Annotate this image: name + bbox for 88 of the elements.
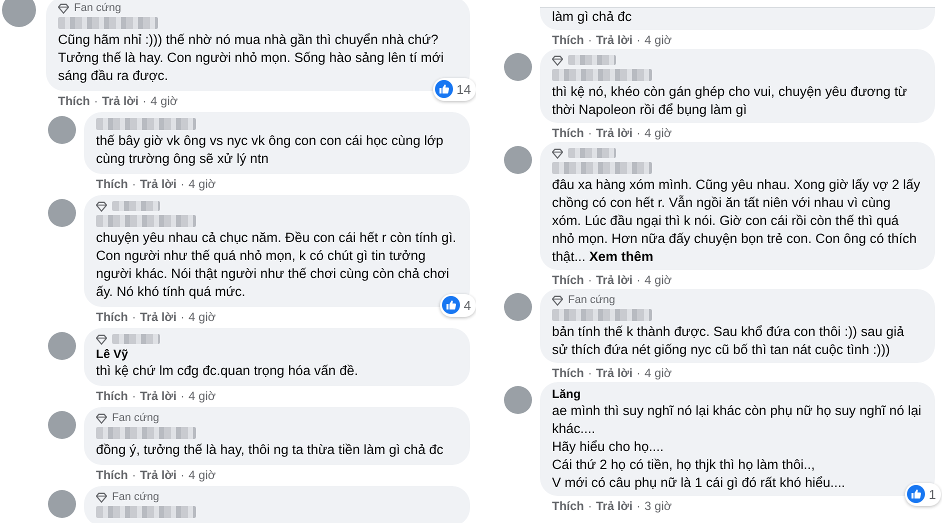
separator-dot: ·: [132, 466, 136, 484]
timestamp[interactable]: 4 giờ: [188, 386, 216, 404]
avatar: [504, 293, 532, 321]
separator-dot: ·: [180, 308, 185, 326]
timestamp[interactable]: 4 giờ: [188, 466, 216, 484]
timestamp[interactable]: 4 giờ: [644, 364, 672, 382]
like-link[interactable]: Thích: [552, 270, 584, 288]
badge-label: Fan cứng: [112, 410, 160, 426]
avatar: [2, 0, 36, 27]
diamond-icon: [96, 334, 107, 344]
separator-dot: ·: [588, 364, 592, 382]
commenter-name[interactable]: Lê Vỹ: [96, 345, 128, 363]
thumbs-up-icon: [442, 296, 460, 314]
like-link[interactable]: Thích: [96, 174, 128, 192]
reply-link[interactable]: Trả lời: [140, 174, 177, 192]
timestamp[interactable]: 3 giờ: [644, 496, 672, 514]
like-link[interactable]: Thích: [96, 466, 128, 484]
like-link[interactable]: Thích: [552, 30, 584, 48]
like-link[interactable]: Thích: [96, 386, 128, 404]
avatar: [48, 332, 76, 360]
reply-link[interactable]: Trả lời: [596, 124, 633, 142]
diamond-icon: [96, 200, 107, 212]
timestamp[interactable]: 4 giờ: [644, 270, 672, 288]
separator-dot: ·: [132, 308, 136, 326]
separator-dot: ·: [588, 124, 592, 142]
commenter-name[interactable]: Lăng: [552, 385, 581, 403]
separator-dot: ·: [180, 388, 185, 404]
see-more-link[interactable]: Xem thêm: [589, 249, 654, 264]
separator-dot: ·: [636, 124, 641, 142]
diamond-icon: [96, 412, 107, 424]
avatar: [48, 199, 76, 227]
separator-dot: ·: [636, 364, 641, 382]
separator-dot: ·: [636, 272, 641, 288]
badge-label: Fan cứng: [112, 490, 160, 505]
avatar: [48, 490, 76, 518]
separator-dot: ·: [142, 92, 147, 110]
avatar: [504, 146, 532, 174]
thumbs-up-icon: [434, 80, 453, 98]
reply-link[interactable]: Trả lời: [596, 270, 633, 288]
diamond-icon: [96, 492, 107, 502]
separator-dot: ·: [636, 498, 641, 514]
timestamp[interactable]: 4 giờ: [150, 92, 178, 110]
diamond-icon: [552, 54, 563, 66]
separator-dot: ·: [588, 32, 592, 48]
avatar: [48, 116, 76, 144]
comment-text: thì kệ nó, khéo còn gán ghép cho vui, chuyện yêu đương từ thời Napoleon rồi để bụng làm gì: [552, 83, 908, 119]
diamond-icon: [552, 148, 563, 158]
timestamp[interactable]: 4 giờ: [644, 124, 672, 142]
reply-link[interactable]: Trả lời: [596, 364, 633, 382]
like-link[interactable]: Thích: [96, 308, 128, 326]
like-link[interactable]: Thích: [552, 124, 584, 142]
comment-text: bản tính thế k thành được. Sau khổ đứa con thôi :)) sau giả sử thích đứa nét giống nyc cũ bố thì tan nát cuộc tình :))): [552, 323, 906, 359]
separator-dot: ·: [588, 272, 592, 288]
separator-dot: ·: [636, 32, 641, 48]
like-link[interactable]: Thích: [552, 364, 584, 382]
reaction-count[interactable]: 14: [432, 78, 476, 101]
reply-link[interactable]: Trả lời: [596, 30, 633, 48]
thumbs-up-icon: [906, 485, 925, 504]
timestamp[interactable]: 4 giờ: [644, 30, 672, 48]
comment-text: thì kệ chứ lm cđg đc.quan trọng hóa vấn đề.: [96, 362, 360, 380]
reply-link[interactable]: Trả lời: [102, 92, 139, 110]
reply-link[interactable]: Trả lời: [140, 308, 177, 326]
diamond-icon: [58, 2, 69, 14]
badge-label: Fan cứng: [74, 0, 122, 16]
badge-label: Fan cứng: [568, 292, 616, 308]
comment-text: đồng ý, tưởng thế là hay, thôi ng ta thừa tiền làm gì chả đc: [96, 441, 444, 459]
timestamp[interactable]: 4 giờ: [188, 174, 216, 192]
separator-dot: ·: [132, 176, 136, 192]
avatar: [504, 386, 532, 414]
avatar: [48, 411, 76, 439]
reply-link[interactable]: Trả lời: [596, 496, 633, 514]
separator-dot: ·: [180, 466, 185, 484]
reaction-count[interactable]: 4: [440, 294, 476, 317]
comment-text: đâu xa hàng xóm mình. Cũng yêu nhau. Xong giờ lấy vợ 2 lấy chồng có con hết r. Vẫn ngồi ăn tất niên với nhau vì cùng xóm. Lúc đầu ngại thì k nói. Giờ con cái rồi còn thế thì quá nhỏ mọn. Hơn nữa đấy chuyện bọn trẻ con. Con ông có thích thật... Xem thêm: [552, 176, 922, 266]
diamond-icon: [552, 294, 563, 306]
comment-text: làm gì chả đc: [552, 8, 633, 26]
reaction-count[interactable]: 1: [904, 482, 941, 506]
reply-link[interactable]: Trả lời: [140, 466, 177, 484]
reply-link[interactable]: Trả lời: [140, 386, 177, 404]
like-link[interactable]: Thích: [58, 92, 90, 110]
separator-dot: ·: [588, 498, 592, 514]
separator-dot: ·: [94, 92, 98, 110]
separator-dot: ·: [180, 176, 185, 192]
avatar: [504, 53, 532, 81]
separator-dot: ·: [132, 388, 136, 404]
timestamp[interactable]: 4 giờ: [188, 308, 216, 326]
like-link[interactable]: Thích: [552, 496, 584, 514]
comment-text: thế bây giờ vk ông vs nyc vk ông con con cái học cùng lớp cùng trường ông sẽ xử lý ntn: [96, 132, 444, 168]
